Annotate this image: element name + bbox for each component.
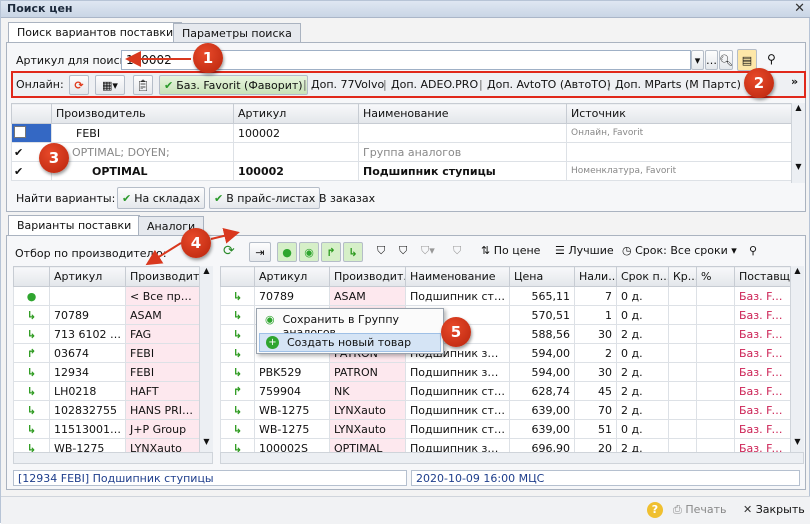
marker-3: 3 <box>39 143 69 173</box>
marker-2: 2 <box>744 68 774 98</box>
arrow-4a <box>145 242 182 266</box>
marker-1: 1 <box>193 43 223 73</box>
marker-5: 5 <box>441 317 471 347</box>
price-search-window: Поиск цен ✕ Поиск вариантов поставки Пар… <box>0 0 810 524</box>
annotation-arrows <box>125 51 240 266</box>
arrow-4b <box>210 228 240 244</box>
marker-4: 4 <box>181 228 211 258</box>
